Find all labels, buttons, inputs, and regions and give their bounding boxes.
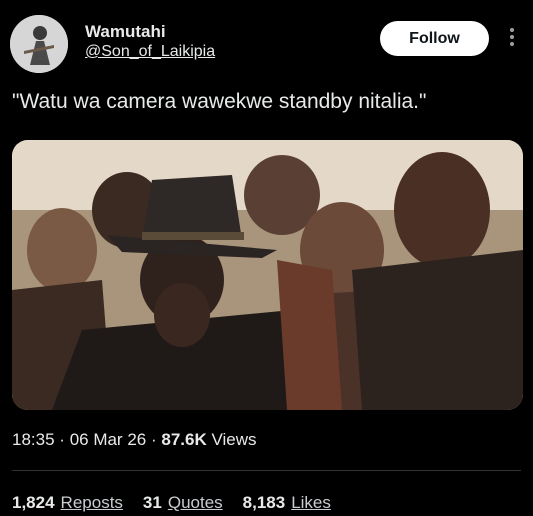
more-vertical-icon[interactable] (505, 25, 519, 51)
likes-stat[interactable]: 8,183 Likes (243, 493, 331, 513)
likes-count: 8,183 (242, 493, 286, 512)
likes-label: Likes (291, 493, 331, 512)
tweet-image[interactable] (12, 140, 523, 410)
tweet-meta: 18:35 · 06 Mar 26 · 87.6K Views (12, 430, 257, 450)
separator: · (59, 430, 65, 449)
quotes-label: Quotes (167, 493, 223, 512)
display-name[interactable]: Wamutahi (85, 22, 166, 42)
views-count: 87.6K (161, 430, 207, 449)
engagement-stats: 1,824 Reposts 31 Quotes 8,183 Likes (12, 493, 331, 513)
avatar[interactable] (10, 15, 68, 73)
tweet-time[interactable]: 18:35 (12, 430, 55, 449)
reposts-label: Reposts (60, 493, 123, 512)
divider (12, 470, 521, 471)
separator: · (150, 430, 157, 449)
tweet-date[interactable]: 06 Mar 26 (70, 430, 147, 449)
views-label: Views (211, 430, 257, 449)
quotes-stat[interactable]: 31 Quotes (143, 493, 223, 513)
quotes-count: 31 (142, 493, 162, 512)
reposts-count: 1,824 (12, 493, 55, 512)
tweet-text: "Watu wa camera wawekwe standby nitalia.… (12, 90, 427, 113)
follow-button[interactable]: Follow (380, 21, 489, 56)
reposts-stat[interactable]: 1,824 Reposts (12, 493, 123, 513)
user-handle[interactable]: @Son_of_Laikipia (85, 43, 215, 61)
